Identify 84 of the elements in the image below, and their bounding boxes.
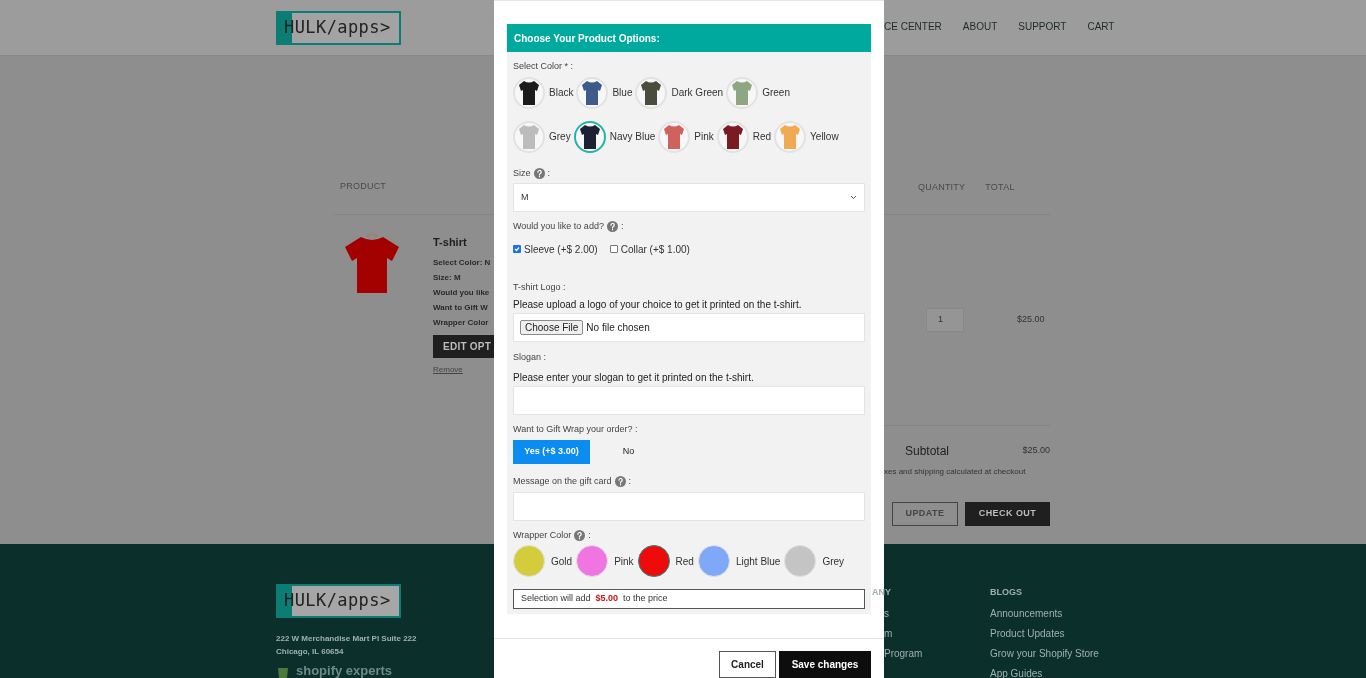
color-name: Pink xyxy=(694,130,714,144)
field-label: Want to Gift Wrap your order? : xyxy=(513,422,639,436)
wrapper-swatch[interactable] xyxy=(637,545,670,577)
label-colon: : xyxy=(547,166,551,180)
save-button[interactable]: Save changes xyxy=(779,651,871,678)
field-label: T-shirt Logo : xyxy=(513,280,567,294)
quantity-field[interactable]: 1 xyxy=(926,307,964,332)
footer-link[interactable]: m xyxy=(884,626,990,640)
field-hint: Please enter your slogan to get it printed on the t-shirt. xyxy=(513,370,755,385)
gift-wrap-option[interactable]: No xyxy=(590,440,667,464)
footer-link[interactable]: Announcements xyxy=(990,606,1099,620)
column-heading: QUANTITY xyxy=(918,181,966,194)
label-colon: : xyxy=(628,475,632,488)
color-name: Navy Blue xyxy=(609,130,656,144)
color-name: Pink xyxy=(614,554,634,569)
product-name: T-shirt xyxy=(433,234,468,250)
footer-link[interactable]: Product Updates xyxy=(990,626,1099,640)
panel-header: Choose Your Product Options: xyxy=(507,24,871,52)
help-icon[interactable] xyxy=(574,529,586,541)
subtotal-label: Subtotal xyxy=(905,442,950,460)
footer-heading: BLOGS xyxy=(990,586,1023,599)
checkbox-label: Sleeve (+$ 2.00) xyxy=(524,242,598,257)
footer-link[interactable]: App Guides xyxy=(990,666,1099,678)
label-colon: : xyxy=(620,220,624,233)
slogan-field[interactable] xyxy=(513,385,865,415)
product-option: Wrapper Color xyxy=(433,316,494,329)
nav-link[interactable]: CE CENTER xyxy=(884,19,942,34)
subtotal-amount: $25.00 xyxy=(1022,443,1050,457)
checkbox-label: Collar (+$ 1.00) xyxy=(620,242,690,257)
help-icon[interactable] xyxy=(606,221,618,233)
gift-wrap-option[interactable]: Yes (+$ 3.00) xyxy=(513,440,590,464)
field-label: Wrapper Color xyxy=(513,528,572,542)
choose-file-button[interactable]: Choose File xyxy=(520,320,584,335)
footer-link[interactable]: Grow your Shopify Store xyxy=(990,646,1099,660)
address-line: 222 W Merchandise Mart Pl Suite 222 xyxy=(276,632,418,645)
checkmark-icon xyxy=(514,246,520,252)
product-option: Select Color: N xyxy=(433,256,494,269)
summary-amount: $5.00 xyxy=(595,592,619,606)
color-name: Grey xyxy=(822,554,845,569)
field-label: Select Color * : xyxy=(513,60,575,73)
file-upload-field[interactable]: Choose File No file chosen xyxy=(513,313,865,342)
color-name: Dark Green xyxy=(671,86,724,100)
column-heading: PRODUCT xyxy=(339,180,388,193)
checkout-button[interactable]: CHECK OUT xyxy=(965,501,1050,526)
nav-link[interactable]: SUPPORT xyxy=(1018,19,1067,34)
cancel-button[interactable]: Cancel xyxy=(719,651,776,678)
edit-options-button[interactable]: EDIT OPT xyxy=(433,335,494,358)
field-label: Slogan : xyxy=(513,351,548,364)
partner-badge-text: shopify experts xyxy=(296,663,393,678)
color-name: Red xyxy=(675,554,694,569)
color-name: Yellow xyxy=(810,130,839,144)
color-name: Red xyxy=(752,130,772,144)
summary-text: Selection will add xyxy=(521,592,591,606)
file-status: No file chosen xyxy=(586,321,650,335)
color-name: Grey xyxy=(549,130,571,144)
product-option: Size: M xyxy=(433,271,494,284)
field-label: Message on the gift card xyxy=(513,475,612,488)
chevron-down-icon xyxy=(850,195,857,200)
label-colon: : xyxy=(588,528,591,542)
checkout-note: xes and shipping calculated at checkout xyxy=(884,465,1027,478)
field-hint: Please upload a logo of your choice to get it printed on the t-shirt. xyxy=(513,298,803,312)
address-line: Chicago, IL 60654 xyxy=(276,645,345,658)
footer-link[interactable]: Program xyxy=(884,646,990,660)
summary-text: to the price xyxy=(623,592,668,606)
line-total: $25.00 xyxy=(1017,312,1045,326)
color-name: Blue xyxy=(612,86,633,100)
product-option: Would you like xyxy=(433,286,494,299)
color-name: Gold xyxy=(551,554,573,569)
footer-link[interactable]: s xyxy=(884,606,990,620)
gift-message-field[interactable] xyxy=(513,491,865,521)
product-option: Want to Gift W xyxy=(433,301,494,314)
tshirt-image xyxy=(343,230,401,295)
field-label: Would you like to add? xyxy=(513,220,604,233)
color-name: Green xyxy=(762,86,790,100)
size-select[interactable]: M xyxy=(513,183,865,212)
help-icon[interactable] xyxy=(533,167,545,179)
color-name: Black xyxy=(549,86,574,100)
checkbox[interactable] xyxy=(609,245,618,253)
color-name: Light Blue xyxy=(735,554,781,569)
help-icon[interactable] xyxy=(614,476,626,488)
field-label: Size xyxy=(513,166,531,180)
nav-link[interactable]: ABOUT xyxy=(962,19,998,34)
nav-link[interactable]: CART xyxy=(1087,19,1115,34)
column-heading: TOTAL xyxy=(985,181,1015,194)
